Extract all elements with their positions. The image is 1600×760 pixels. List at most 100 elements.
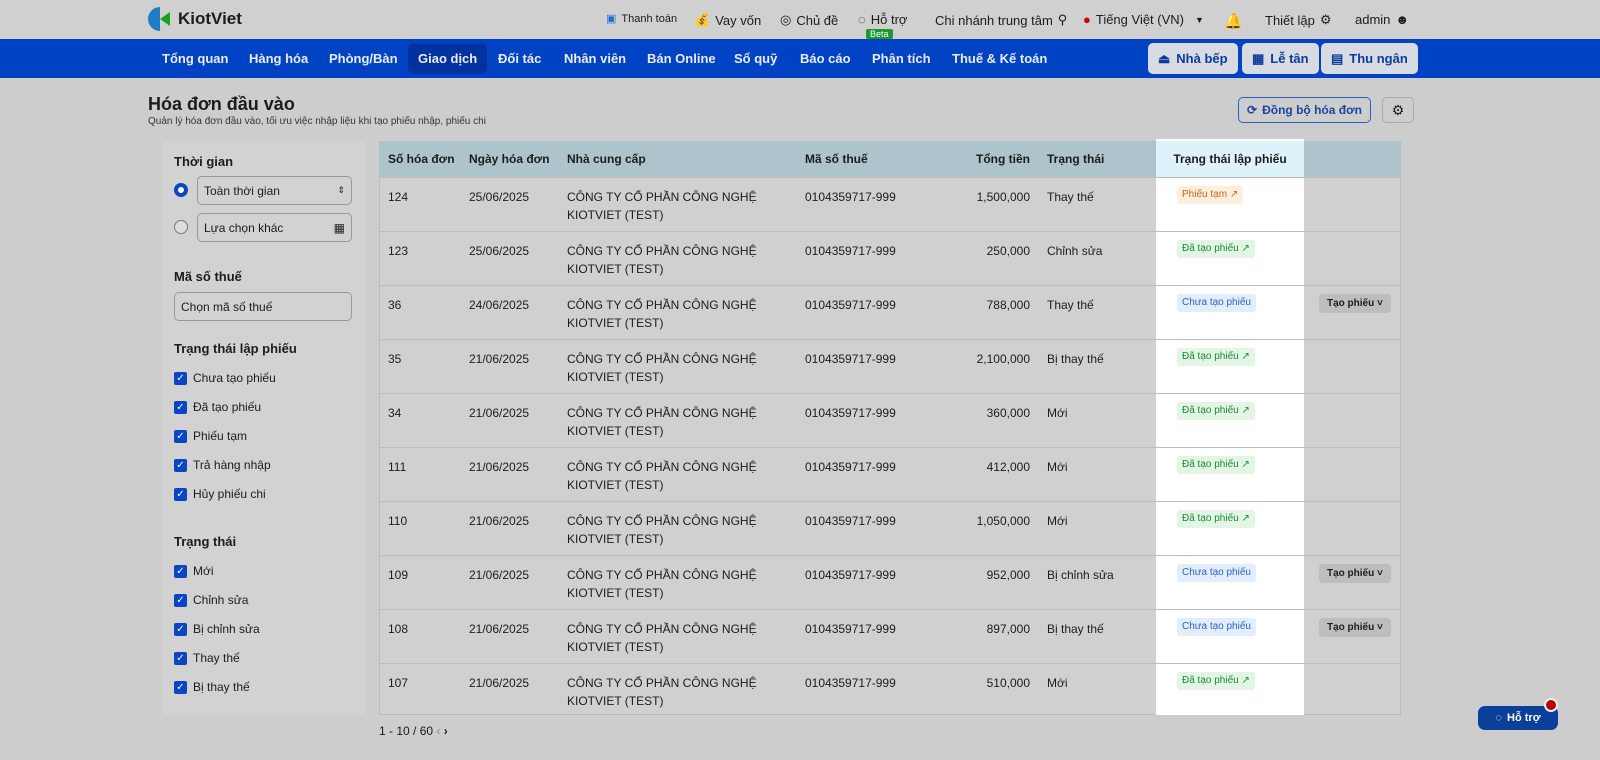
nav-phan-tich[interactable]: Phân tích: [862, 44, 941, 74]
nav-doi-tac[interactable]: Đối tác: [488, 44, 551, 74]
pagination: 1 - 10 / 60 ‹ ›: [379, 724, 448, 738]
time-filter-title: Thời gian: [174, 154, 234, 169]
refresh-icon: ⟳: [1247, 103, 1258, 117]
support-link[interactable]: ◌ Hỗ trợ: [858, 12, 907, 27]
total-amount: 1,050,000: [976, 514, 1030, 528]
checkbox-status_options[interactable]: ✓ Bị thay thế: [174, 680, 250, 694]
checkbox-ticket_options[interactable]: ✓ Hủy phiếu chi: [174, 487, 266, 501]
status-title: Trạng thái: [174, 534, 237, 549]
checkbox-ticket_options[interactable]: ✓ Chưa tạo phiếu: [174, 371, 276, 385]
invoice-status: Thay thế: [1047, 190, 1094, 204]
invoice-number: 36: [388, 298, 402, 312]
create-ticket-button[interactable]: Tạo phiếu ˅: [1319, 564, 1391, 583]
nav-hang-hoa[interactable]: Hàng hóa: [239, 44, 318, 74]
ticket-status-badge[interactable]: Đã tạo phiếu ↗: [1177, 456, 1255, 474]
settings-link[interactable]: Thiết lập ⚙: [1265, 12, 1332, 28]
ticket-status-badge[interactable]: Đã tạo phiếu ↗: [1177, 348, 1255, 366]
time-all-select[interactable]: Toàn thời gian ⇕: [197, 176, 352, 205]
table-row[interactable]: 110 21/06/2025 CÔNG TY CỔ PHẦN CÔNG NGHỆ K…: [379, 501, 1401, 555]
tax-code: 0104359717-999: [805, 298, 896, 312]
checkbox-status_options[interactable]: ✓ Bị chỉnh sửa: [174, 622, 260, 636]
time-custom-radio[interactable]: [174, 220, 188, 234]
header-status: Trạng thái: [1047, 152, 1105, 166]
external-link-icon: ↗: [1241, 459, 1250, 470]
tax-code-input[interactable]: Chọn mã số thuế: [174, 292, 352, 321]
external-link-icon: ↗: [1229, 189, 1239, 200]
settings-gear-button[interactable]: ⚙: [1382, 97, 1414, 123]
branch-selector[interactable]: Chi nhánh trung tâm ⚲: [935, 12, 1067, 28]
table-row[interactable]: 111 21/06/2025 CÔNG TY CỔ PHẦN CÔNG NGHỆ K…: [379, 447, 1401, 501]
tax-code: 0104359717-999: [805, 622, 896, 636]
total-amount: 1,500,000: [976, 190, 1030, 204]
kitchen-button[interactable]: ⏏ Nhà bếp: [1148, 43, 1238, 74]
table-row[interactable]: 36 24/06/2025 CÔNG TY CỔ PHẦN CÔNG NGHỆ KI…: [379, 285, 1401, 339]
checkmark-icon: ✓: [174, 458, 187, 472]
location-pin-icon: ⚲: [1057, 12, 1068, 27]
chevron-right-icon[interactable]: ›: [444, 724, 448, 738]
table-row[interactable]: 34 21/06/2025 CÔNG TY CỔ PHẦN CÔNG NGHỆ KI…: [379, 393, 1401, 447]
table-row[interactable]: 107 21/06/2025 CÔNG TY CỔ PHẦN CÔNG NGHỆ K…: [379, 663, 1401, 717]
payment-link[interactable]: ▣ Thanh toán: [606, 12, 677, 26]
checkmark-icon: ✓: [174, 564, 187, 578]
create-ticket-button[interactable]: Tạo phiếu ˅: [1319, 294, 1391, 313]
chevron-down-icon: ˅: [1377, 568, 1383, 579]
table-row[interactable]: 123 25/06/2025 CÔNG TY CỔ PHẦN CÔNG NGHỆ K…: [379, 231, 1401, 285]
checkbox-ticket_options[interactable]: ✓ Trả hàng nhập: [174, 458, 271, 472]
theme-link[interactable]: ◎ Chủ đề: [780, 12, 838, 28]
tax-code: 0104359717-999: [805, 352, 896, 366]
cashier-button[interactable]: ▤ Thu ngân: [1321, 43, 1418, 74]
external-link-icon: ↗: [1241, 675, 1250, 686]
checkbox-label: Chưa tạo phiếu: [193, 371, 276, 385]
nav-tong-quan[interactable]: Tổng quan: [152, 44, 238, 74]
sort-arrows-icon: ⇕: [337, 185, 345, 195]
nav-bao-cao[interactable]: Báo cáo: [790, 44, 861, 74]
ticket-status-badge[interactable]: Đã tạo phiếu ↗: [1177, 402, 1255, 420]
time-custom-input[interactable]: Lựa chọn khác ▦: [197, 213, 352, 242]
ticket-status-badge[interactable]: Đã tạo phiếu ↗: [1177, 510, 1255, 528]
nav-phong-ban[interactable]: Phòng/Bàn: [319, 44, 408, 74]
page-subtitle: Quản lý hóa đơn đầu vào, tối ưu việc nhậ…: [148, 116, 486, 127]
ticket-status-badge[interactable]: Phiếu tạm ↗: [1177, 186, 1244, 204]
tax-code: 0104359717-999: [805, 406, 896, 420]
time-all-radio[interactable]: [174, 183, 188, 197]
payment-icon: ▣: [606, 13, 617, 25]
language-selector[interactable]: ● Tiếng Việt (VN) ▼: [1083, 12, 1204, 27]
cashier-label: Thu ngân: [1349, 51, 1408, 66]
invoice-date: 25/06/2025: [469, 190, 530, 204]
chevron-down-icon: ˅: [1377, 298, 1383, 309]
checkbox-status_options[interactable]: ✓ Chỉnh sửa: [174, 593, 248, 607]
logo[interactable]: KiotViet: [148, 7, 242, 31]
nav-nhan-vien[interactable]: Nhân viên: [554, 44, 636, 74]
nav-ban-online[interactable]: Bán Online: [637, 44, 726, 74]
nav-giao-dich[interactable]: Giao dịch: [408, 44, 488, 74]
table-row[interactable]: 108 21/06/2025 CÔNG TY CỔ PHẦN CÔNG NGHỆ K…: [379, 609, 1401, 663]
sync-invoices-button[interactable]: ⟳ Đồng bộ hóa đơn: [1238, 97, 1371, 123]
reception-button[interactable]: ▦ Lễ tân: [1242, 43, 1319, 74]
supplier-name: CÔNG TY CỔ PHẦN CÔNG NGHỆ KIOTVIET (TEST…: [567, 244, 757, 276]
ticket-status-badge[interactable]: Đã tạo phiếu ↗: [1177, 672, 1255, 690]
invoice-status: Mới: [1047, 460, 1068, 474]
ticket-status-badge[interactable]: Đã tạo phiếu ↗: [1177, 240, 1255, 258]
checkbox-label: Bị chỉnh sửa: [193, 622, 260, 636]
checkbox-status_options[interactable]: ✓ Mới: [174, 564, 214, 578]
supplier-name: CÔNG TY CỔ PHẦN CÔNG NGHỆ KIOTVIET (TEST…: [567, 622, 757, 654]
chat-icon: ◌: [1495, 712, 1503, 724]
nav-thue-ke-toan[interactable]: Thuế & Kế toán: [942, 44, 1057, 74]
table-row[interactable]: 109 21/06/2025 CÔNG TY CỔ PHẦN CÔNG NGHỆ K…: [379, 555, 1401, 609]
tax-filter-title: Mã số thuế: [174, 269, 242, 284]
external-link-icon: ↗: [1241, 243, 1250, 254]
checkbox-ticket_options[interactable]: ✓ Đã tạo phiếu: [174, 400, 261, 414]
user-menu[interactable]: admin ☻: [1355, 12, 1409, 27]
ticket-status-badge: Chưa tạo phiếu: [1177, 618, 1256, 636]
nav-so-quy[interactable]: Sổ quỹ: [724, 44, 787, 74]
table-row[interactable]: 124 25/06/2025 CÔNG TY CỔ PHẦN CÔNG NGHỆ K…: [379, 177, 1401, 231]
chevron-left-icon[interactable]: ‹: [436, 724, 440, 738]
table-row[interactable]: 35 21/06/2025 CÔNG TY CỔ PHẦN CÔNG NGHỆ KI…: [379, 339, 1401, 393]
checkbox-status_options[interactable]: ✓ Thay thế: [174, 651, 240, 665]
ticket-status-label: Đã tạo phiếu: [1182, 405, 1239, 416]
invoice-number: 34: [388, 406, 402, 420]
loan-link[interactable]: 💰 Vay vốn: [694, 12, 761, 28]
bell-icon[interactable]: 🔔: [1224, 12, 1243, 30]
create-ticket-button[interactable]: Tạo phiếu ˅: [1319, 618, 1391, 637]
checkbox-ticket_options[interactable]: ✓ Phiếu tạm: [174, 429, 247, 443]
